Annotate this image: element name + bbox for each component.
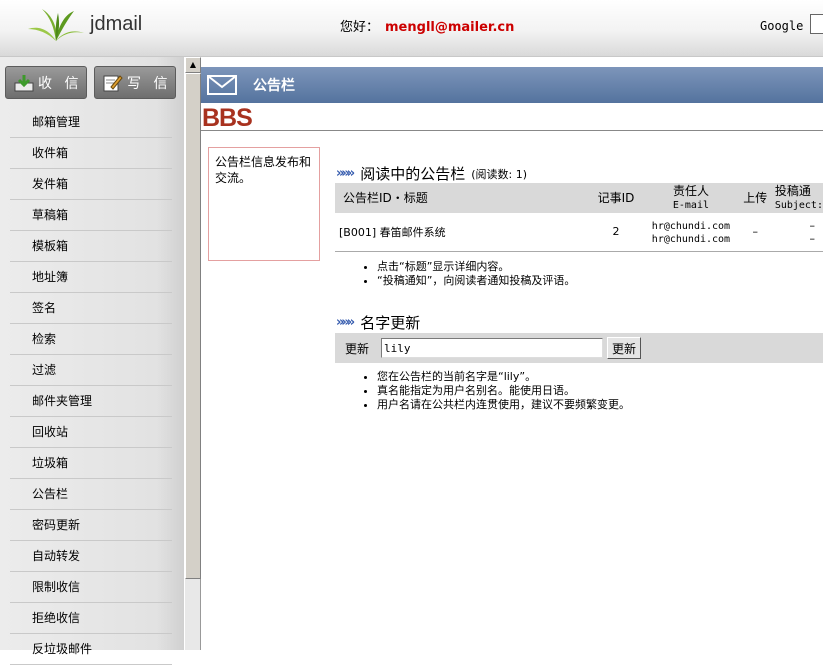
col-id-title[interactable]: 公告栏ID・标题 xyxy=(335,183,586,213)
row-contribute-1: – xyxy=(809,218,816,232)
name-section-title: 名字更新 xyxy=(360,314,421,332)
reading-section-header: »»» 阅读中的公告栏 (阅读数: 1) xyxy=(336,163,527,184)
name-notes: 您在公告栏的当前名字是“lily”。 真名能指定为用户名别名。能使用日语。 用户… xyxy=(377,370,630,412)
bbs-banner: BBS xyxy=(201,103,823,132)
sidebar-item-trash[interactable]: 回收站 xyxy=(10,417,172,448)
page-title-bar: 公告栏 xyxy=(201,67,823,103)
user-email: mengll@mailer.cn xyxy=(385,20,515,35)
row-post-id: 2 xyxy=(585,213,647,252)
row-contribute: – – xyxy=(774,213,823,252)
scrollbar-thumb[interactable] xyxy=(185,73,201,579)
sidebar-item-address-book[interactable]: 地址簿 xyxy=(10,262,172,293)
col-contribute-sub: Subject: xyxy=(774,199,823,211)
name-input[interactable] xyxy=(381,338,604,358)
col-owner-label: 责任人 xyxy=(672,183,709,198)
read-count: (阅读数: 1) xyxy=(471,167,528,181)
sidebar-item-signature[interactable]: 签名 xyxy=(10,293,172,324)
row-contribute-2: – xyxy=(809,231,816,245)
row-owner-email-1[interactable]: hr@chundi.com xyxy=(652,221,730,232)
bulletin-info-box: 公告栏信息发布和交流。 xyxy=(208,147,320,261)
sidebar-item-filter[interactable]: 过滤 xyxy=(10,355,172,386)
sidebar-item-inbox[interactable]: 收件箱 xyxy=(10,138,172,169)
name-update-label: 更新 xyxy=(345,341,370,356)
greeting: 您好： mengll@mailer.cn xyxy=(340,16,514,35)
sidebar-item-sent[interactable]: 发件箱 xyxy=(10,169,172,200)
reading-note-1: 点击“标题”显示详细内容。 xyxy=(377,260,575,274)
sidebar-item-mailbox-manage[interactable]: 邮箱管理 xyxy=(10,107,172,138)
col-owner[interactable]: 责任人 E-mail xyxy=(646,183,736,213)
compose-label: 写 信 xyxy=(127,75,172,92)
bbs-logo: BBS xyxy=(202,104,253,132)
sidebar-item-reject-receive[interactable]: 拒绝收信 xyxy=(10,603,172,634)
col-post-id[interactable]: 记事ID xyxy=(585,183,647,213)
table-row[interactable]: [B001] 春笛邮件系统 2 hr@chundi.com hr@chundi.… xyxy=(335,213,823,252)
compose-pencil-icon xyxy=(103,74,123,91)
name-note-1: 您在公告栏的当前名字是“lily”。 xyxy=(377,370,630,384)
main-content: 公告栏 BBS 公告栏信息发布和交流。 »»» 阅读中的公告栏 (阅读数: 1)… xyxy=(201,57,823,650)
sidebar-item-auto-forward[interactable]: 自动转发 xyxy=(10,541,172,572)
top-header: jdmail 您好： mengll@mailer.cn Google xyxy=(0,0,823,57)
row-owner-email-2[interactable]: hr@chundi.com xyxy=(652,234,730,245)
sidebar-item-search[interactable]: 检索 xyxy=(10,324,172,355)
receive-mail-button[interactable]: 收 信 xyxy=(5,66,87,99)
sidebar: 收 信 写 信 邮箱管理 收件箱 发件箱 草稿箱 模板箱 地址簿 签名 检索 过… xyxy=(0,57,184,665)
reading-note-2: “投稿通知”，向阅读者通知投稿及评语。 xyxy=(377,274,575,288)
compose-button[interactable]: 写 信 xyxy=(94,66,176,99)
sidebar-item-templates[interactable]: 模板箱 xyxy=(10,231,172,262)
triple-arrow-icon: »»» xyxy=(336,166,355,181)
sidebar-item-junk[interactable]: 垃圾箱 xyxy=(10,448,172,479)
sidebar-menu: 邮箱管理 收件箱 发件箱 草稿箱 模板箱 地址簿 签名 检索 过滤 邮件夹管理 … xyxy=(10,107,172,665)
name-update-row: 更新 更新 xyxy=(335,333,823,363)
update-name-button[interactable]: 更新 xyxy=(607,337,642,359)
row-upload: – xyxy=(735,213,775,252)
page-title: 公告栏 xyxy=(253,78,295,94)
sidebar-item-bulletin[interactable]: 公告栏 xyxy=(10,479,172,510)
name-note-3: 用户名请在公共栏内连贯使用，建议不要频繁变更。 xyxy=(377,398,630,412)
triple-arrow-icon: »»» xyxy=(336,315,355,330)
col-upload[interactable]: 上传 xyxy=(735,183,775,213)
col-owner-sub: E-mail xyxy=(672,199,709,211)
sidebar-item-drafts[interactable]: 草稿箱 xyxy=(10,200,172,231)
reading-notes: 点击“标题”显示详细内容。 “投稿通知”，向阅读者通知投稿及评语。 xyxy=(377,260,575,288)
sidebar-item-folder-manage[interactable]: 邮件夹管理 xyxy=(10,386,172,417)
sidebar-item-password[interactable]: 密码更新 xyxy=(10,510,172,541)
inbox-download-icon xyxy=(14,74,34,91)
col-contribute-label: 投稿通 xyxy=(774,183,811,198)
row-owner: hr@chundi.com hr@chundi.com xyxy=(646,213,736,252)
name-section-header: »»» 名字更新 xyxy=(336,312,420,333)
google-search-label: Google xyxy=(760,19,804,33)
greeting-label: 您好： xyxy=(340,20,380,35)
bulletin-table: 公告栏ID・标题 记事ID 责任人 E-mail 上传 投稿通 Subject:… xyxy=(335,183,823,252)
sidebar-item-restrict-receive[interactable]: 限制收信 xyxy=(10,572,172,603)
table-header-row: 公告栏ID・标题 记事ID 责任人 E-mail 上传 投稿通 Subject: xyxy=(335,183,823,213)
receive-mail-label: 收 信 xyxy=(38,75,83,92)
leaf-logo-icon xyxy=(28,9,84,41)
col-contribute[interactable]: 投稿通 Subject: xyxy=(774,183,823,213)
name-note-2: 真名能指定为用户名别名。能使用日语。 xyxy=(377,384,630,398)
envelope-icon xyxy=(207,75,237,95)
sidebar-scrollbar[interactable]: ▲ xyxy=(184,57,201,650)
scroll-up-arrow-icon[interactable]: ▲ xyxy=(185,57,201,73)
row-id-title[interactable]: [B001] 春笛邮件系统 xyxy=(335,213,586,252)
google-search-input[interactable] xyxy=(810,14,823,34)
reading-section-title: 阅读中的公告栏 xyxy=(360,165,466,183)
app-name: jdmail xyxy=(90,13,143,35)
